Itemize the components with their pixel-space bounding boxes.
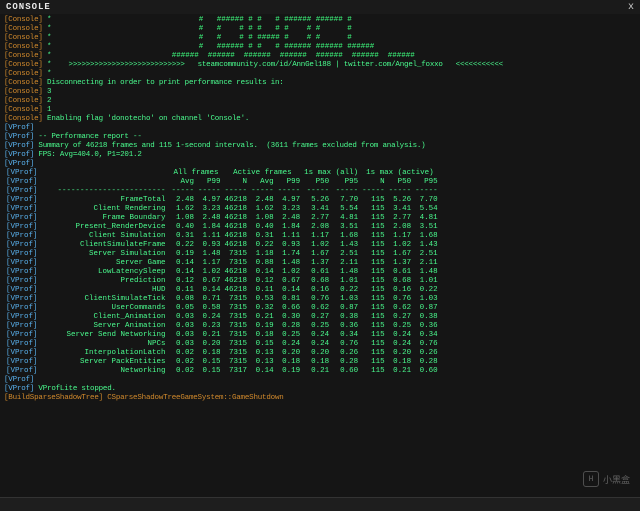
console-line: [Console] * xyxy=(4,70,636,79)
table-row: [VProf]Server Animation0.030.2373150.190… xyxy=(4,322,440,331)
watermark-logo-icon: H xyxy=(583,471,599,487)
table-row: [VProf]Server Send Networking0.030.21731… xyxy=(4,331,440,340)
table-row: [VProf]HUD0.110.14462180.110.140.160.221… xyxy=(4,286,440,295)
console-line: [VProf] -- Performance report -- xyxy=(4,133,636,142)
table-row: [VProf]Frame Boundary1.082.48462181.082.… xyxy=(4,214,440,223)
console-line: [Console] 2 xyxy=(4,97,636,106)
table-row: [VProf]Client Simulation0.311.11462180.3… xyxy=(4,232,440,241)
table-row: [VProf]NPCs0.030.2073150.150.240.240.761… xyxy=(4,340,440,349)
table-row: [VProf]UserCommands0.050.5873150.320.660… xyxy=(4,304,440,313)
console-line: [Console] * ###### ###### ###### ###### … xyxy=(4,52,636,61)
table-row: [VProf]Server PackEntities0.020.1573150.… xyxy=(4,358,440,367)
close-icon[interactable]: x xyxy=(628,2,634,13)
console-line: [Console] Disconnecting in order to prin… xyxy=(4,79,636,88)
console-line: [BuildSparseShadowTree] CSparseShadowTre… xyxy=(4,394,636,403)
console-line: [VProf] FPS: Avg=404.0, P1=201.2 xyxy=(4,151,636,160)
command-input-bar xyxy=(0,497,640,511)
console-line: [Console] 3 xyxy=(4,88,636,97)
performance-table: [VProf]All framesActive frames1s max (al… xyxy=(4,169,440,376)
table-row: [VProf]InterpolationLatch0.020.1873150.1… xyxy=(4,349,440,358)
console-output: [Console] * # ###### # # # ###### ######… xyxy=(0,14,640,497)
console-line: [Console] * # # # # ##### # # # # xyxy=(4,34,636,43)
console-line: [Console] Enabling flag 'donotecho' on c… xyxy=(4,115,636,124)
table-row: [VProf]Server Game0.141.1773150.881.481.… xyxy=(4,259,440,268)
table-row: [VProf]Prediction0.120.67462180.120.670.… xyxy=(4,277,440,286)
console-line: [Console] 1 xyxy=(4,106,636,115)
table-row: [VProf]LowLatencySleep0.141.02462180.141… xyxy=(4,268,440,277)
console-line: [Console] * # # # # # # # # # # xyxy=(4,25,636,34)
table-row: [VProf]Networking0.020.1573170.140.190.2… xyxy=(4,367,440,376)
table-row: [VProf]FrameTotal2.484.97462182.484.975.… xyxy=(4,196,440,205)
table-row: [VProf]Client_Animation0.030.2473150.210… xyxy=(4,313,440,322)
table-row: [VProf]ClientSimulateTick0.080.7173150.5… xyxy=(4,295,440,304)
console-line: [VProf] xyxy=(4,160,636,169)
table-row: [VProf]ClientSimulateFrame0.220.93462180… xyxy=(4,241,440,250)
console-line: [VProf] xyxy=(4,376,636,385)
command-input[interactable] xyxy=(0,498,640,511)
titlebar: CONSOLE x xyxy=(0,0,640,14)
watermark-text: 小黑盒 xyxy=(603,473,630,486)
console-line: [Console] * # ###### # # # ###### ######… xyxy=(4,43,636,52)
console-line: [VProf] xyxy=(4,124,636,133)
table-row: [VProf]Client Rendering1.623.23462181.62… xyxy=(4,205,440,214)
window-title: CONSOLE xyxy=(6,2,51,12)
console-line: [VProf] VProfLite stopped. xyxy=(4,385,636,394)
console-line: [Console] * # ###### # # # ###### ######… xyxy=(4,16,636,25)
watermark: H 小黑盒 xyxy=(583,471,630,487)
table-row: [VProf]Present_RenderDevice0.401.8446218… xyxy=(4,223,440,232)
console-line: [Console] * >>>>>>>>>>>>>>>>>>>>>>>>>>> … xyxy=(4,61,636,70)
console-window: CONSOLE x [Console] * # ###### # # # ###… xyxy=(0,0,640,511)
console-line: [VProf] Summary of 46218 frames and 115 … xyxy=(4,142,636,151)
table-row: [VProf]Server Simulation0.191.4873151.18… xyxy=(4,250,440,259)
